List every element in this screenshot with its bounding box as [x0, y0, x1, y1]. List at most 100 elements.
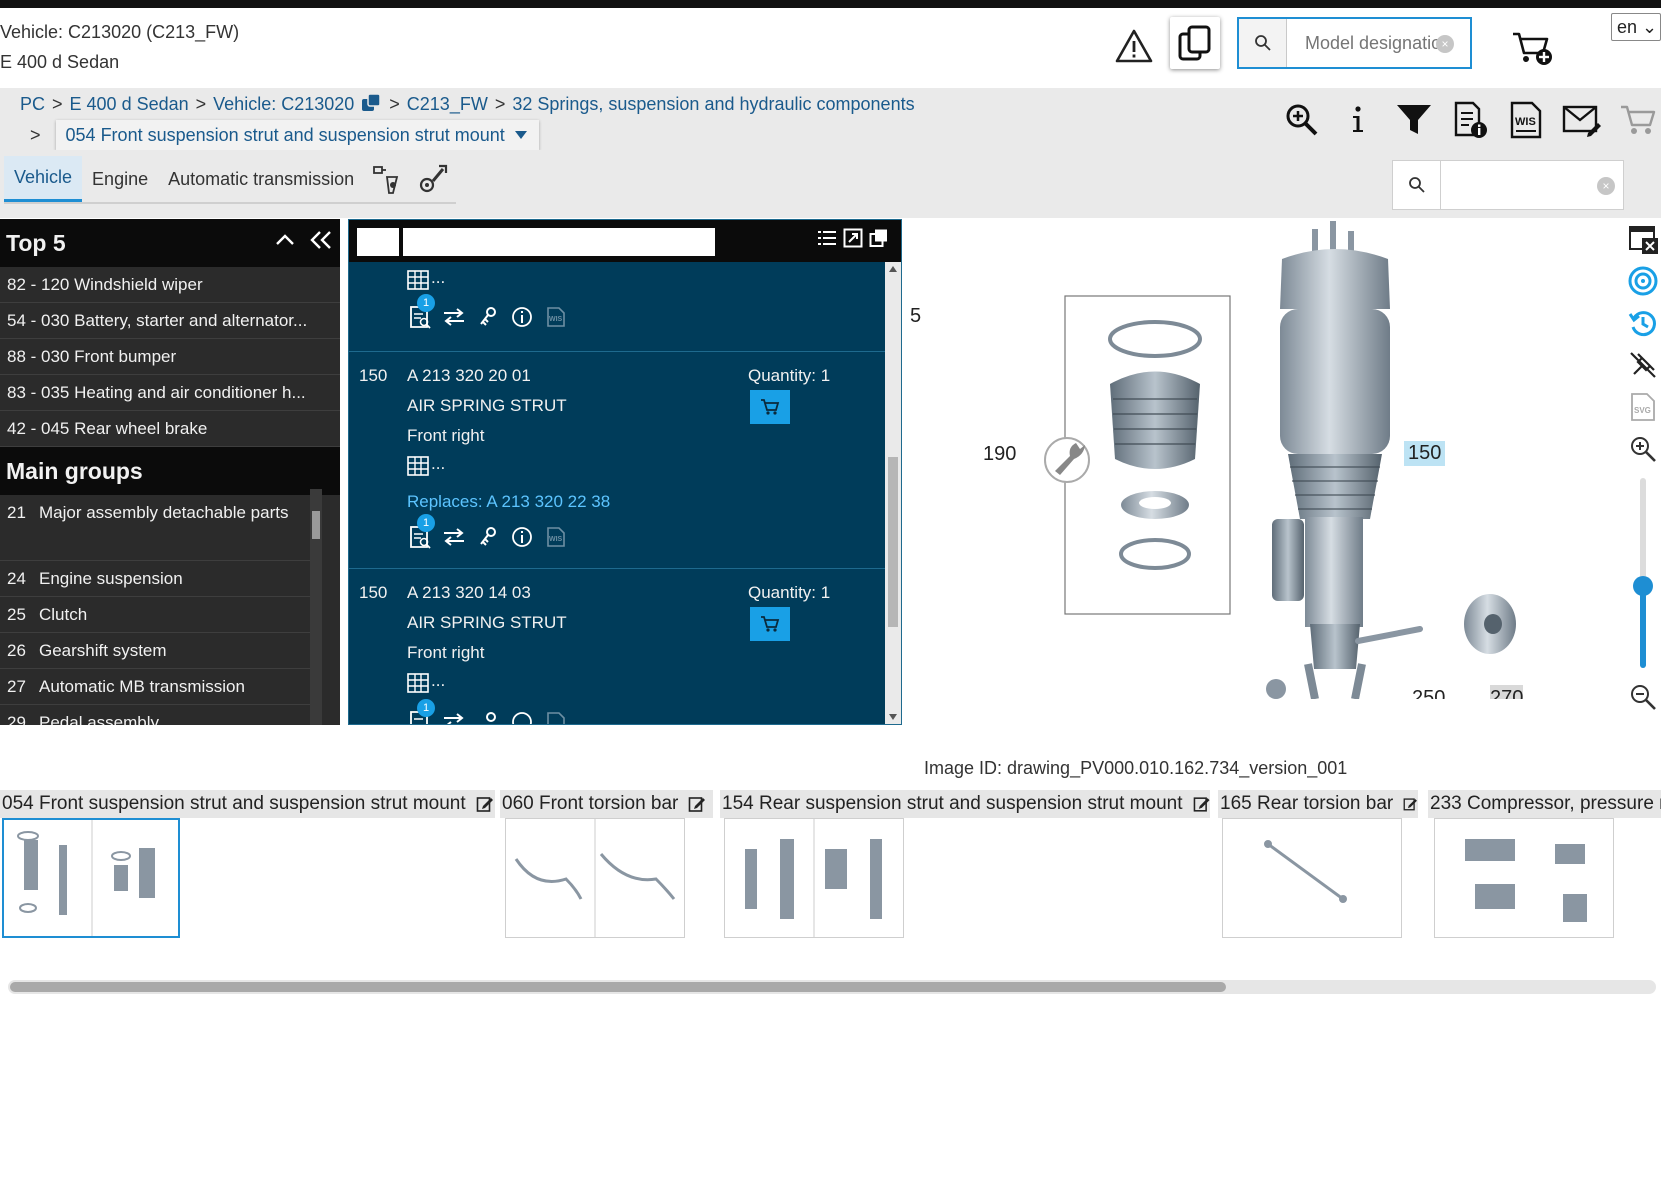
list-view-icon[interactable]	[817, 228, 837, 248]
part-info-button[interactable]	[509, 709, 535, 724]
top5-item[interactable]: 54 - 030 Battery, starter and alternator…	[0, 303, 340, 339]
zoom-in-button[interactable]	[1280, 98, 1324, 142]
thumbnail-title[interactable]: 165 Rear torsion bar	[1218, 790, 1418, 818]
breadcrumb-catalog[interactable]: C213_FW	[407, 94, 488, 114]
history-button[interactable]	[1626, 306, 1660, 340]
zoom-slider[interactable]	[1632, 478, 1653, 668]
thumbnail-front-strut[interactable]	[2, 818, 180, 938]
main-group-item[interactable]: 25 Clutch	[0, 597, 322, 633]
edit-icon[interactable]	[688, 795, 706, 813]
thumbnail-torsion-bar[interactable]	[505, 818, 685, 938]
tab-engine[interactable]: Engine	[82, 156, 158, 202]
part-key-button[interactable]	[475, 709, 501, 724]
scroll-down-icon[interactable]	[889, 714, 897, 720]
warning-button[interactable]	[1110, 24, 1158, 68]
parts-search-input[interactable]	[1441, 161, 1623, 209]
part-replaces[interactable]: Replaces: A 213 320 22 38	[407, 492, 610, 512]
thumbnail-rear-strut[interactable]	[724, 818, 904, 938]
info-button[interactable]	[1336, 98, 1380, 142]
tab-vehicle[interactable]: Vehicle	[4, 156, 83, 202]
zoom-out-button[interactable]	[1626, 680, 1660, 714]
table-icon[interactable]: ...	[407, 268, 445, 290]
parts-search-box[interactable]: ×	[1392, 160, 1624, 210]
part-key-button[interactable]	[475, 304, 501, 330]
breadcrumb-current-dropdown[interactable]: 054 Front suspension strut and suspensio…	[55, 120, 539, 150]
cart-button[interactable]	[1616, 98, 1660, 142]
add-to-cart-button[interactable]	[750, 607, 790, 641]
part-wis-button[interactable]	[543, 709, 569, 724]
tools-tab[interactable]	[410, 156, 456, 202]
zoom-slider-handle[interactable]	[1632, 576, 1653, 596]
zoom-in-button[interactable]	[1626, 432, 1660, 466]
chevron-up-icon[interactable]	[274, 229, 296, 251]
part-row[interactable]: ... 1 WIS	[349, 262, 886, 352]
table-icon[interactable]: ...	[407, 454, 445, 476]
thumbnail-scrollbar[interactable]	[8, 980, 1656, 994]
part-key-button[interactable]	[475, 524, 501, 550]
svg-export-button[interactable]: SVG	[1626, 390, 1660, 424]
edit-icon[interactable]	[1193, 795, 1211, 813]
part-row[interactable]: 150 A 213 320 20 01 Quantity: 1 AIR SPRI…	[349, 352, 886, 569]
target-button[interactable]	[1626, 264, 1660, 298]
thumbnail-compressor[interactable]	[1434, 818, 1614, 938]
model-search-box[interactable]: ×	[1237, 17, 1472, 69]
thumbnail-title[interactable]: 233 Compressor, pressure reservoir	[1428, 790, 1661, 818]
copy-button[interactable]	[1170, 17, 1220, 69]
breadcrumb-model[interactable]: E 400 d Sedan	[70, 94, 189, 114]
top5-item[interactable]: 82 - 120 Windshield wiper	[0, 267, 340, 303]
copy-icon[interactable]	[360, 93, 382, 113]
part-document-button[interactable]: 1	[407, 514, 435, 550]
part-wis-button[interactable]: WIS	[543, 524, 569, 550]
main-group-item[interactable]: 29 Pedal assembly	[0, 705, 322, 725]
main-group-item[interactable]: 26 Gearshift system	[0, 633, 322, 669]
document-info-button[interactable]	[1448, 98, 1492, 142]
part-filter-input[interactable]	[403, 228, 715, 256]
thumbnail-title[interactable]: 054 Front suspension strut and suspensio…	[0, 790, 495, 818]
paint-tab[interactable]	[364, 156, 410, 202]
part-alternatives-button[interactable]	[441, 304, 467, 330]
search-button[interactable]	[1239, 19, 1287, 67]
top5-item[interactable]: 42 - 045 Rear wheel brake	[0, 411, 340, 447]
thumbnail-rear-torsion-bar[interactable]	[1222, 818, 1402, 938]
scrollbar-thumb[interactable]	[10, 982, 1226, 992]
main-group-item[interactable]: 21 Major assembly detachable parts	[0, 495, 322, 561]
part-alternatives-button[interactable]	[441, 709, 467, 724]
part-wis-button[interactable]: WIS	[543, 304, 569, 330]
breadcrumb-pc[interactable]: PC	[20, 94, 45, 114]
detach-window-icon[interactable]	[869, 228, 889, 248]
clear-search-icon[interactable]: ×	[1436, 35, 1454, 53]
unpin-button[interactable]	[1626, 348, 1660, 382]
scroll-up-icon[interactable]	[889, 266, 897, 272]
parts-list-scrollbar[interactable]	[885, 262, 901, 724]
add-to-cart-button[interactable]	[1510, 28, 1554, 68]
main-group-item[interactable]: 27 Automatic MB transmission	[0, 669, 322, 705]
table-icon[interactable]: ...	[407, 671, 445, 693]
thumbnail-title[interactable]: 154 Rear suspension strut and suspension…	[720, 790, 1210, 818]
top5-item[interactable]: 83 - 035 Heating and air conditioner h..…	[0, 375, 340, 411]
filter-button[interactable]	[1392, 98, 1436, 142]
tab-automatic-transmission[interactable]: Automatic transmission	[158, 156, 364, 202]
main-group-item[interactable]: 24 Engine suspension	[0, 561, 322, 597]
breadcrumb-vehicle[interactable]: Vehicle: C213020	[213, 94, 354, 114]
part-alternatives-button[interactable]	[441, 524, 467, 550]
parts-search-button[interactable]	[1393, 161, 1441, 209]
part-info-button[interactable]	[509, 524, 535, 550]
close-drawing-button[interactable]	[1626, 222, 1660, 256]
edit-icon[interactable]	[1403, 795, 1418, 813]
breadcrumb-group[interactable]: 32 Springs, suspension and hydraulic com…	[512, 94, 914, 114]
top5-item[interactable]: 88 - 030 Front bumper	[0, 339, 340, 375]
part-number[interactable]: A 213 320 20 01	[407, 366, 531, 386]
main-groups-scrollbar[interactable]	[310, 489, 322, 725]
clear-search-icon[interactable]: ×	[1597, 177, 1615, 195]
collapse-panel-icon[interactable]	[308, 229, 334, 251]
part-row[interactable]: 150 A 213 320 14 03 Quantity: 1 AIR SPRI…	[349, 569, 886, 724]
part-document-button[interactable]: 1	[407, 699, 435, 724]
part-number[interactable]: A 213 320 14 03	[407, 583, 531, 603]
language-select[interactable]: en ⌄	[1611, 13, 1661, 41]
thumbnail-title[interactable]: 060 Front torsion bar	[500, 790, 713, 818]
position-filter-input[interactable]	[357, 228, 399, 256]
scrollbar-thumb[interactable]	[888, 457, 898, 627]
edit-icon[interactable]	[476, 795, 494, 813]
scrollbar-thumb[interactable]	[312, 511, 320, 539]
expand-icon[interactable]	[843, 228, 863, 248]
